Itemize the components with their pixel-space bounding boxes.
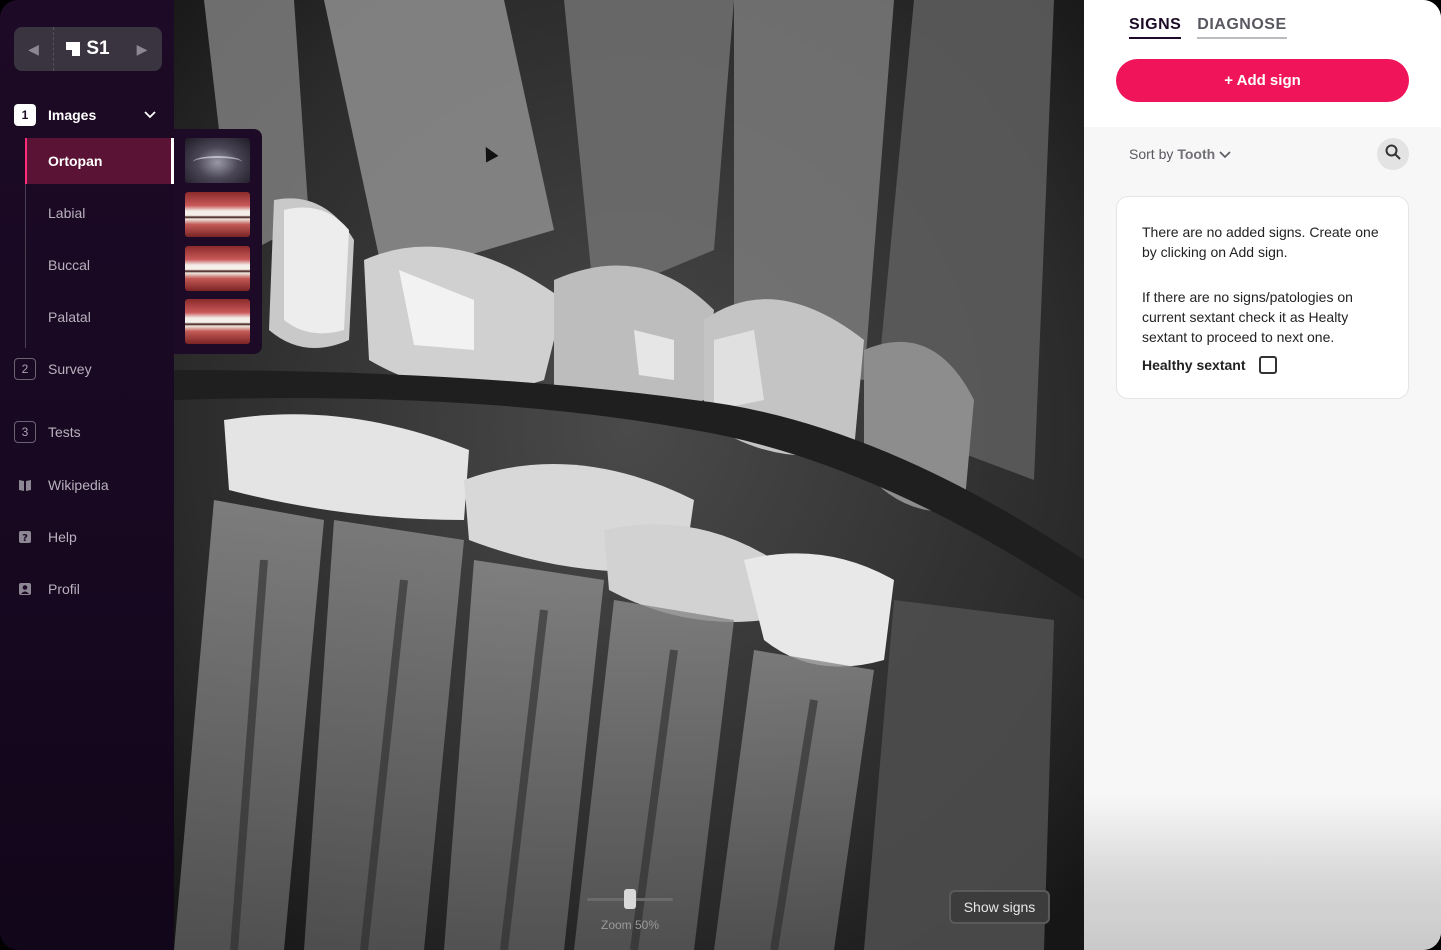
image-item-buccal[interactable]: Buccal <box>25 242 174 288</box>
add-sign-button[interactable]: + Add sign <box>1116 59 1409 102</box>
sextant-label-group: S1 <box>66 38 110 60</box>
healthy-instructions: If there are no signs/patologies on curr… <box>1142 289 1353 345</box>
thumbnail-ortopan[interactable] <box>185 138 250 183</box>
prev-sextant-button[interactable]: ◀ <box>14 27 54 71</box>
sort-value: Tooth <box>1177 146 1216 162</box>
image-item-label: Labial <box>48 205 86 221</box>
xray-viewer[interactable]: Zoom 50% Show signs <box>174 0 1084 950</box>
image-thumbnails-panel <box>174 129 262 354</box>
book-icon <box>18 478 32 492</box>
search-button[interactable] <box>1377 138 1409 170</box>
empty-signs-card: There are no added signs. Create one by … <box>1116 196 1409 399</box>
step-number: 1 <box>14 104 36 126</box>
chevron-down-icon[interactable] <box>144 108 156 122</box>
panel-tabs: SIGNS DIAGNOSE <box>1129 16 1287 39</box>
link-label: Help <box>48 529 77 545</box>
profile-icon <box>18 582 32 596</box>
image-item-ortopan[interactable]: Ortopan <box>25 138 174 184</box>
chevron-right-icon: ▶ <box>136 40 148 57</box>
search-icon <box>1385 144 1401 165</box>
sextant-navigator: ◀ S1 ▶ <box>14 27 162 71</box>
tab-signs[interactable]: SIGNS <box>1129 16 1182 39</box>
help-icon: ? <box>18 530 32 544</box>
svg-text:?: ? <box>22 533 28 544</box>
panel-bottom-fade <box>1084 795 1441 950</box>
image-item-palatal[interactable]: Palatal <box>25 294 174 340</box>
thumbnail-buccal[interactable] <box>185 246 250 291</box>
next-sextant-button[interactable]: ▶ <box>122 27 162 71</box>
healthy-sextant-label: Healthy sextant <box>1142 357 1246 373</box>
image-item-label: Buccal <box>48 257 91 273</box>
link-wikipedia[interactable]: Wikipedia <box>18 477 109 493</box>
step-label: Survey <box>48 361 92 377</box>
thumbnail-labial[interactable] <box>185 192 250 237</box>
step-tests[interactable]: 3 Tests <box>14 421 81 443</box>
thumbnail-palatal[interactable] <box>185 299 250 344</box>
step-number: 2 <box>14 358 36 380</box>
link-label: Profil <box>48 581 80 597</box>
healthy-sextant-checkbox[interactable] <box>1259 356 1278 374</box>
tab-diagnose[interactable]: DIAGNOSE <box>1197 16 1287 39</box>
link-label: Wikipedia <box>48 477 109 493</box>
link-profil[interactable]: Profil <box>18 581 80 597</box>
image-item-labial[interactable]: Labial <box>25 190 174 236</box>
image-item-label: Palatal <box>48 309 91 325</box>
zoom-control: Zoom 50% <box>586 888 674 932</box>
link-help[interactable]: ? Help <box>18 529 77 545</box>
chevron-left-icon: ◀ <box>28 40 39 57</box>
zoom-slider-handle[interactable] <box>624 889 636 909</box>
healthy-sextant-row: Healthy sextant <box>1142 355 1383 375</box>
step-label: Images <box>48 107 97 123</box>
show-signs-button[interactable]: Show signs <box>949 890 1050 924</box>
step-images[interactable]: 1 Images <box>14 104 96 126</box>
chevron-down-icon <box>1219 146 1231 162</box>
step-label: Tests <box>48 424 81 440</box>
zoom-label: Zoom 50% <box>600 918 660 932</box>
step-number: 3 <box>14 421 36 443</box>
zoom-slider[interactable] <box>587 889 673 909</box>
image-item-label: Ortopan <box>48 153 103 169</box>
signs-panel: SIGNS DIAGNOSE + Add sign Sort by Tooth … <box>1084 0 1441 950</box>
xray-image <box>174 0 1084 950</box>
sort-prefix: Sort by <box>1129 146 1174 162</box>
sextant-label: S1 <box>86 38 110 59</box>
sextant-icon <box>66 42 81 56</box>
empty-message: There are no added signs. Create one by … <box>1142 224 1379 260</box>
step-survey[interactable]: 2 Survey <box>14 358 92 380</box>
sort-dropdown[interactable]: Sort by Tooth <box>1129 146 1231 162</box>
sidebar: ◀ S1 ▶ 1 Images Ortopan Labial Buccal Pa… <box>0 0 174 950</box>
